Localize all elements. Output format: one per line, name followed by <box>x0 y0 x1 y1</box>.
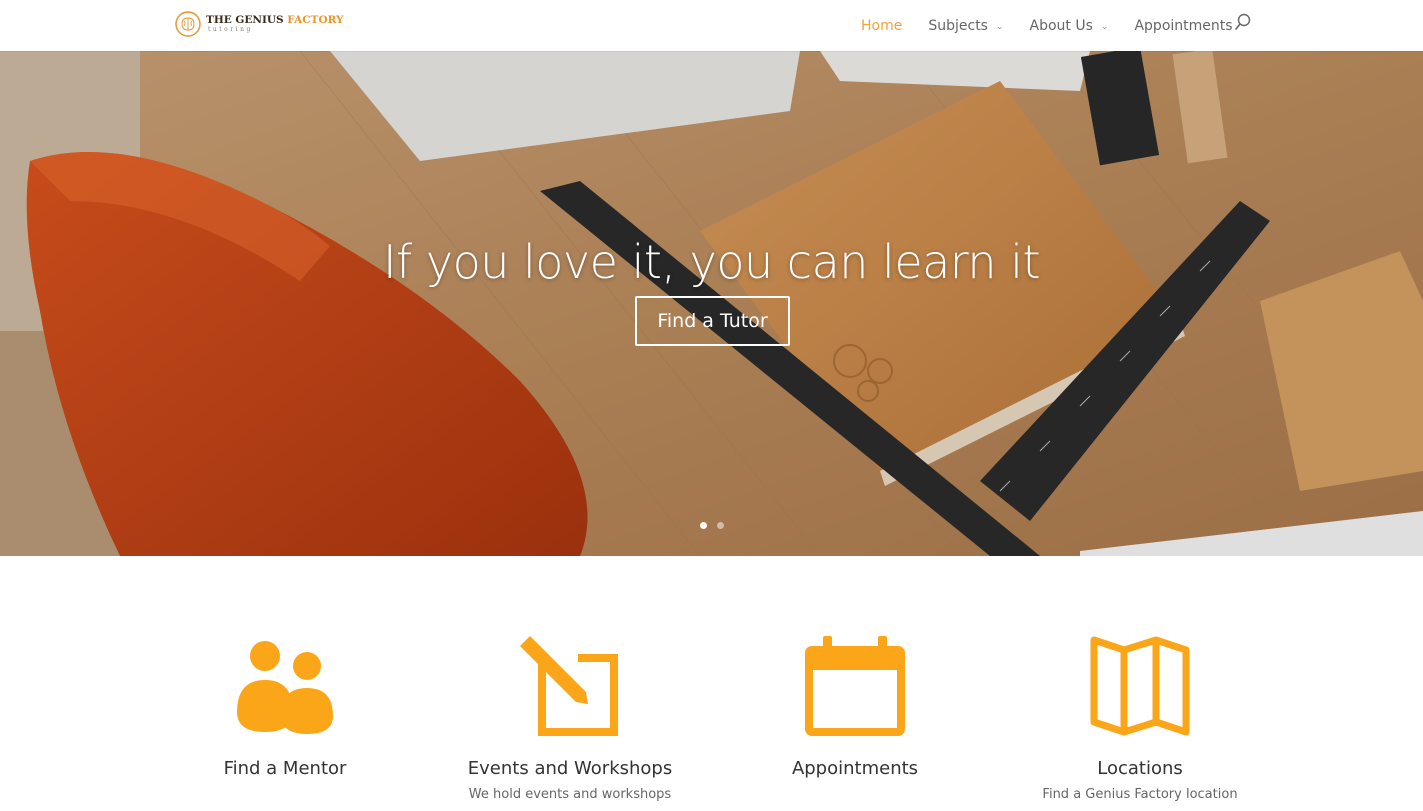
logo-title: THE GENIUS FACTORY <box>206 13 344 26</box>
slide-dot-1[interactable] <box>699 522 707 529</box>
main-nav: Home Subjects ⌄ About Us ⌄ Appointments <box>861 0 1233 51</box>
logo-subtitle: tutoring <box>208 26 253 34</box>
feature-subtitle: Find a Genius Factory location <box>1042 787 1238 802</box>
feature-title: Locations <box>1097 758 1183 779</box>
feature-appointments[interactable]: Appointments <box>725 636 985 779</box>
calendar-icon <box>805 636 905 736</box>
feature-find-a-mentor[interactable]: Find a Mentor <box>155 636 415 779</box>
people-icon <box>237 641 333 734</box>
chevron-down-icon: ⌄ <box>1100 21 1109 32</box>
site-logo[interactable]: THE GENIUS FACTORY tutoring <box>174 9 343 39</box>
feature-title: Events and Workshops <box>467 758 673 779</box>
map-icon <box>1090 636 1190 736</box>
feature-blurbs: Find a Mentor Events and Workshops We ho… <box>0 556 1423 811</box>
search-icon[interactable] <box>1234 13 1252 31</box>
site-header: THE GENIUS FACTORY tutoring Home Subject… <box>0 0 1423 51</box>
feature-title: Appointments <box>791 758 919 779</box>
hero-title: If you love it, you can learn it <box>382 235 1041 289</box>
nav-item-home[interactable]: Home <box>861 18 902 34</box>
nav-item-about-us[interactable]: About Us ⌄ <box>1030 18 1109 34</box>
find-a-tutor-button[interactable]: Find a Tutor <box>635 296 790 346</box>
brain-logo-icon <box>175 11 201 37</box>
edit-icon <box>520 636 618 736</box>
nav-item-subjects[interactable]: Subjects ⌄ <box>928 18 1003 34</box>
slide-dot-2[interactable] <box>716 522 724 529</box>
feature-subtitle: We hold events and workshops <box>468 787 672 802</box>
hero-slider: If you love it, you can learn it Find a … <box>0 51 1423 556</box>
feature-events-and-workshops[interactable]: Events and Workshops We hold events and … <box>440 636 700 802</box>
feature-title: Find a Mentor <box>223 758 347 779</box>
feature-locations[interactable]: Locations Find a Genius Factory location <box>1010 636 1270 802</box>
slider-pagination <box>0 522 1423 529</box>
nav-item-appointments[interactable]: Appointments <box>1134 18 1232 34</box>
chevron-down-icon: ⌄ <box>995 21 1004 32</box>
